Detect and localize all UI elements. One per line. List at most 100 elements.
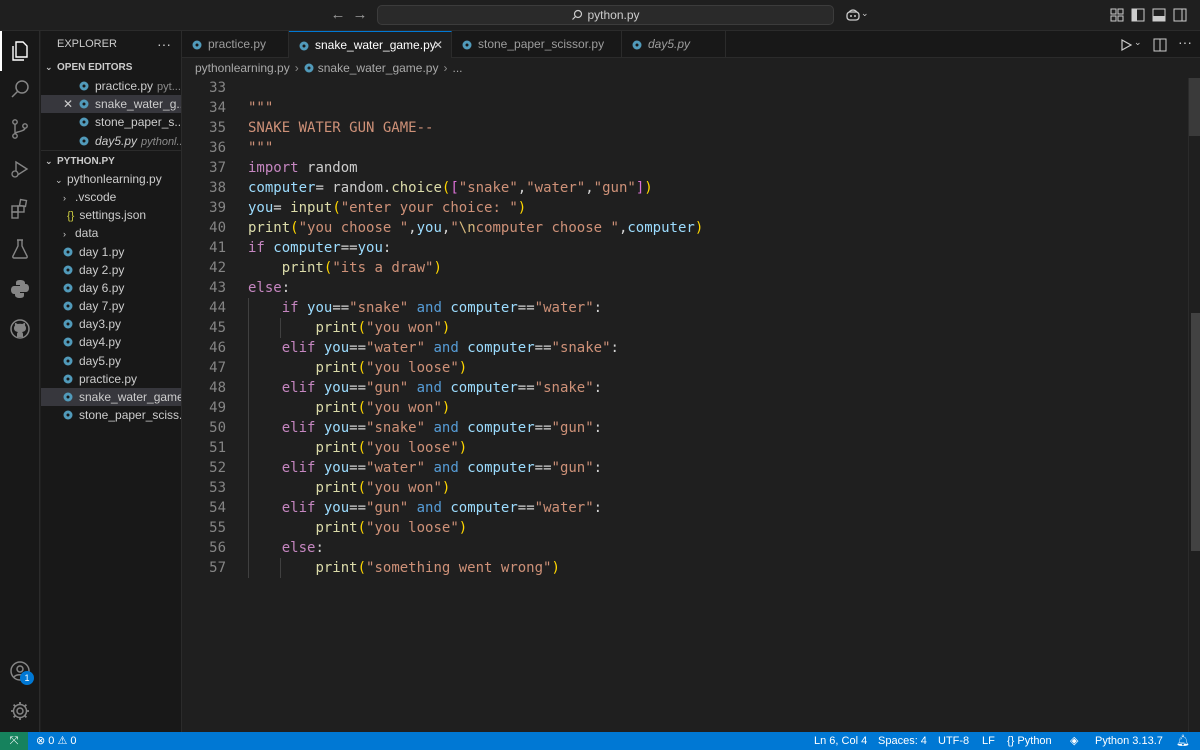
open-editor-item[interactable]: practice.py pyt... xyxy=(41,77,181,95)
tree-file-selected[interactable]: snake_water_game... xyxy=(41,388,181,407)
code-line: 44 if you=="snake" and computer=="water"… xyxy=(182,298,1182,318)
python-file-icon xyxy=(632,40,642,50)
tree-file[interactable]: day5.py xyxy=(41,352,181,370)
tree-file[interactable]: day4.py xyxy=(41,333,181,351)
notifications-bell-icon[interactable]: 🔔︎ xyxy=(1176,732,1190,750)
code-token: ( xyxy=(357,360,367,376)
split-editor-icon[interactable] xyxy=(1152,37,1168,53)
tree-file[interactable]: stone_paper_sciss... xyxy=(41,406,181,424)
customize-layout-icon[interactable] xyxy=(1109,7,1125,23)
breadcrumb-symbols[interactable]: ... xyxy=(452,61,462,75)
encoding[interactable]: UTF-8 xyxy=(938,732,969,750)
tree-file[interactable]: day3.py xyxy=(41,315,181,333)
code-token: print xyxy=(248,220,291,236)
tab-close-icon[interactable]: ✕ xyxy=(433,32,443,59)
tree-file-label: day 2.py xyxy=(79,262,125,277)
end-of-line[interactable]: LF xyxy=(982,732,995,750)
breadcrumb-folder[interactable]: pythonlearning.py xyxy=(195,61,290,75)
testing-flask-icon[interactable] xyxy=(0,229,40,269)
python-icon[interactable] xyxy=(0,269,40,309)
code-token: elif xyxy=(281,340,316,356)
line-number: 53 xyxy=(209,480,226,496)
search-icon[interactable] xyxy=(0,69,40,109)
accounts-icon[interactable] xyxy=(0,651,40,691)
cursor-position[interactable]: Ln 6, Col 4 xyxy=(814,732,867,750)
tab-day5[interactable]: day5.py xyxy=(622,31,726,58)
source-control-icon[interactable] xyxy=(0,109,40,149)
code-token: "snake" xyxy=(534,380,594,396)
code-token: "you choose " xyxy=(298,220,409,236)
line-number: 43 xyxy=(209,280,226,296)
editor-more-actions-icon[interactable]: ··· xyxy=(1178,34,1192,50)
problems-indicator[interactable]: ⊗ 0 ⚠ 0 xyxy=(36,732,77,750)
code-token: print xyxy=(315,320,358,336)
copilot-icon[interactable] xyxy=(845,7,861,23)
toggle-primary-sidebar-icon[interactable] xyxy=(1130,7,1146,23)
open-editor-item[interactable]: ✕ snake_water_g... xyxy=(41,95,181,114)
toggle-secondary-sidebar-icon[interactable] xyxy=(1172,7,1188,23)
tree-folder-label: .vscode xyxy=(75,189,117,204)
line-number: 57 xyxy=(209,560,226,576)
code-token: = xyxy=(315,180,333,196)
tab-practice[interactable]: practice.py xyxy=(182,31,289,58)
code-token: , xyxy=(408,220,417,236)
python-file-icon xyxy=(63,319,73,329)
tree-file[interactable]: day 7.py xyxy=(41,297,181,315)
remote-indicator-icon[interactable]: ⤧ xyxy=(0,732,28,750)
code-token: and xyxy=(433,460,459,476)
line-number: 35 xyxy=(209,120,226,136)
chevron-right-icon: › xyxy=(63,229,66,240)
code-line: 38 computer= random.choice(["snake","wate… xyxy=(182,178,1182,198)
github-icon[interactable] xyxy=(0,309,40,349)
extensions-icon[interactable] xyxy=(0,189,40,229)
tab-label: snake_water_game.py xyxy=(315,38,436,52)
folder-section-header[interactable]: ⌄ PYTHON.PY xyxy=(41,149,181,170)
back-arrow-icon[interactable]: ← xyxy=(329,6,347,24)
command-center-search[interactable]: python.py xyxy=(377,5,834,25)
python-interpreter[interactable]: Python 3.13.7 xyxy=(1095,732,1163,750)
explorer-icon[interactable] xyxy=(0,31,40,71)
tree-folder[interactable]: ⌄ pythonlearning.py xyxy=(41,170,181,188)
tree-file[interactable]: day 1.py xyxy=(41,243,181,261)
copilot-chevron-down-icon[interactable]: ⌄ xyxy=(861,8,869,19)
tree-folder[interactable]: › data xyxy=(41,224,181,242)
tab-snake-water-game[interactable]: snake_water_game.py ✕ xyxy=(289,31,452,58)
scrollbar-thumb[interactable] xyxy=(1191,313,1200,551)
code-editor[interactable]: 33 34 """ 35 SNAKE WATER GUN GAME-- 36 """ … xyxy=(182,78,1200,732)
more-actions-icon[interactable]: ··· xyxy=(157,31,171,57)
tree-folder[interactable]: › .vscode xyxy=(41,188,181,206)
open-editor-item[interactable]: day5.pypythonl... xyxy=(41,132,181,150)
line-number: 37 xyxy=(209,160,226,176)
tree-file[interactable]: practice.py xyxy=(41,370,181,388)
code-line: 52 elif you=="water" and computer=="gun"… xyxy=(182,458,1182,478)
tree-file[interactable]: day 6.py xyxy=(41,279,181,297)
open-editor-item[interactable]: stone_paper_s... xyxy=(41,113,181,131)
code-token: "water" xyxy=(534,500,594,516)
run-python-file-icon[interactable] xyxy=(1118,37,1134,53)
open-editors-section-header[interactable]: ⌄ OPEN EDITORS xyxy=(41,57,181,77)
run-chevron-down-icon[interactable]: ⌄ xyxy=(1134,37,1142,48)
indentation[interactable]: Spaces: 4 xyxy=(878,732,927,750)
code-token: "snake" xyxy=(458,180,518,196)
status-bar: ⤧ ⊗ 0 ⚠ 0 Ln 6, Col 4 Spaces: 4 UTF-8 LF… xyxy=(0,732,1200,750)
breadcrumb: pythonlearning.py › snake_water_game.py ›..… xyxy=(182,58,1200,78)
tree-folder-label: data xyxy=(75,226,99,241)
code-token: ( xyxy=(357,520,367,536)
python-env-icon[interactable]: ◈ xyxy=(1070,732,1078,750)
code-token: and xyxy=(416,380,442,396)
code-line: 49 print("you won") xyxy=(182,398,1182,418)
tab-stone-paper-scissor[interactable]: stone_paper_scissor.py xyxy=(452,31,622,58)
language-mode[interactable]: {} Python xyxy=(1007,732,1052,750)
forward-arrow-icon[interactable]: → xyxy=(351,6,369,24)
manage-gear-icon[interactable] xyxy=(0,691,40,731)
breadcrumb-file[interactable]: snake_water_game.py xyxy=(318,61,439,75)
tree-file[interactable]: day 2.py xyxy=(41,261,181,279)
run-debug-icon[interactable] xyxy=(0,149,40,189)
code-token: elif xyxy=(281,460,316,476)
tree-file-label: stone_paper_sciss... xyxy=(79,408,181,423)
editor-scrollbar[interactable] xyxy=(1188,78,1200,732)
code-token: ( xyxy=(290,220,299,236)
tree-file[interactable]: {} settings.json xyxy=(41,206,181,224)
close-icon[interactable]: ✕ xyxy=(63,95,73,113)
toggle-panel-icon[interactable] xyxy=(1151,7,1167,23)
